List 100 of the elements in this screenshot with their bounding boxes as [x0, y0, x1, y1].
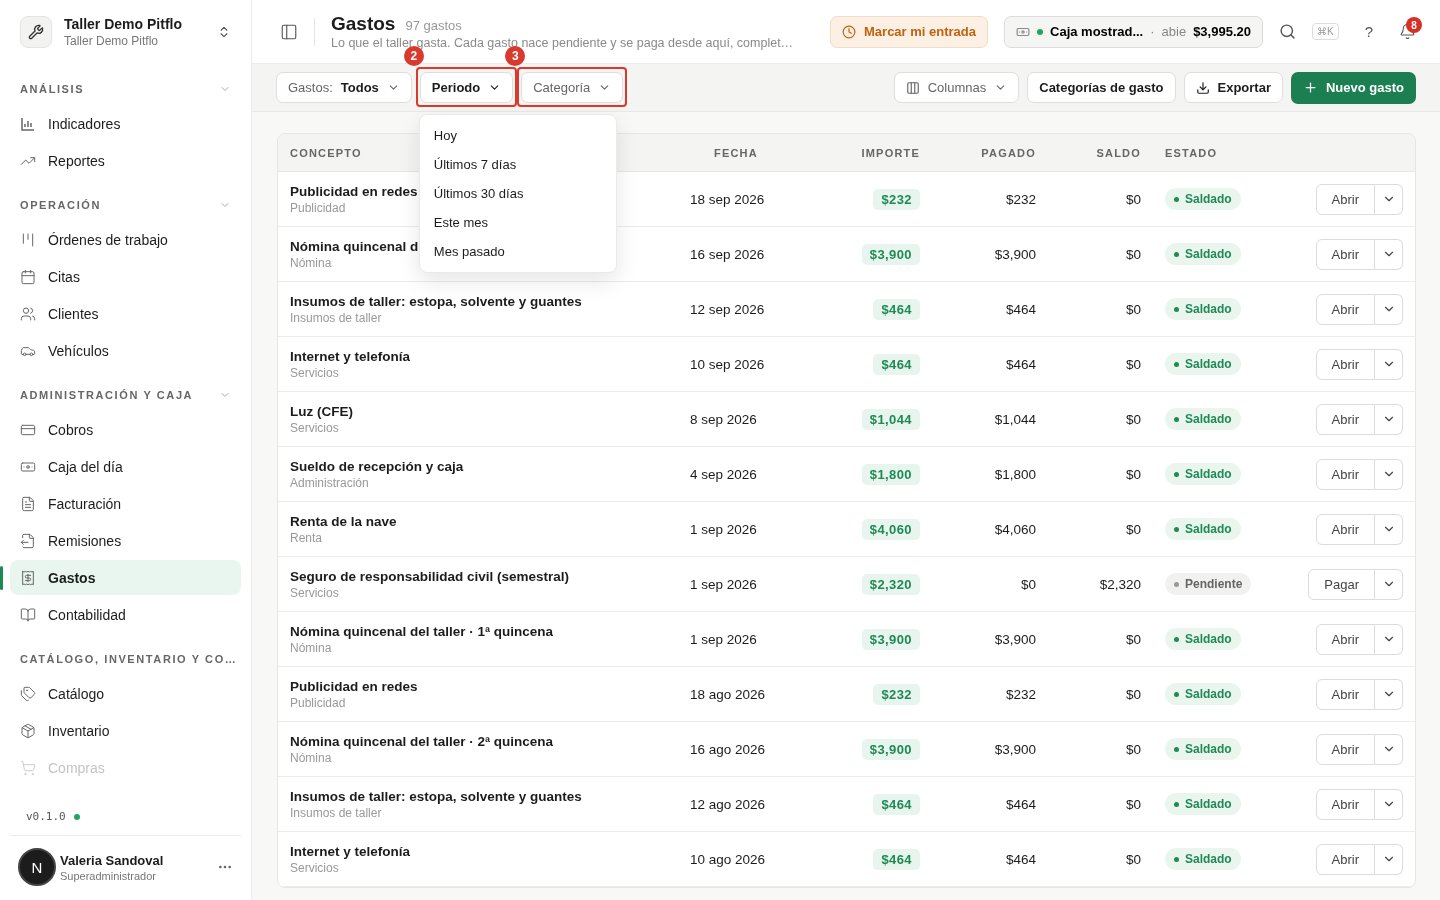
section-title: ANÁLISIS — [20, 83, 85, 95]
menu-item[interactable]: Mes pasado — [419, 237, 616, 266]
export-button[interactable]: Exportar — [1183, 72, 1283, 103]
row-menu-button[interactable] — [1375, 458, 1403, 490]
page-title: Gastos — [331, 13, 396, 35]
balance-cell-text: $0 — [1124, 686, 1141, 702]
help-button[interactable]: ? — [1354, 19, 1383, 44]
tags-icon — [20, 685, 36, 702]
nav-item[interactable]: Cobros — [10, 412, 241, 447]
category-text: Servicios — [290, 585, 339, 600]
paid-cell-text: $464 — [1004, 851, 1036, 867]
menu-item[interactable]: Este mes — [419, 208, 616, 237]
columns-icon — [905, 80, 920, 95]
nav-item[interactable]: Reportes — [10, 143, 241, 178]
nav-item[interactable]: Indicadores — [10, 106, 241, 141]
date-cell-text: 1 sep 2026 — [690, 631, 758, 647]
balance-cell-text: $0 — [1124, 741, 1141, 757]
category-text: Renta — [290, 530, 323, 545]
search-icon[interactable] — [1279, 23, 1296, 40]
new-expense-button[interactable]: Nuevo gasto — [1291, 71, 1416, 104]
balance-cell-text: $0 — [1124, 631, 1141, 647]
status-tag: Pendiente — [1165, 573, 1252, 596]
status-tag: Saldado — [1165, 408, 1241, 431]
row-menu-button[interactable] — [1375, 678, 1403, 710]
document-icon — [20, 495, 36, 512]
row-action-button[interactable]: Abrir — [1315, 623, 1375, 655]
nav-item[interactable]: Clientes — [10, 296, 241, 331]
box-icon — [20, 722, 36, 739]
date-cell-text: 1 sep 2026 — [690, 521, 758, 537]
menu-item[interactable]: Hoy — [419, 121, 616, 150]
row-action-button[interactable]: Abrir — [1315, 403, 1375, 435]
row-action-button[interactable]: Abrir — [1315, 843, 1375, 875]
row-menu-button[interactable] — [1375, 513, 1403, 545]
row-action-button[interactable]: Abrir — [1315, 458, 1375, 490]
category-text: Administración — [290, 475, 369, 490]
expense-count: 97 gastos — [405, 18, 462, 33]
status-tag: Saldado — [1165, 243, 1241, 266]
cash-register-button[interactable]: Caja mostrad... · abie $3,995.20 — [1004, 15, 1263, 48]
balance-cell-text: $0 — [1124, 411, 1141, 427]
nav-item[interactable]: Órdenes de trabajo — [10, 222, 241, 257]
user-name: Valeria Sandoval — [60, 852, 165, 868]
balance-cell-text: $0 — [1124, 796, 1141, 812]
status-dot — [1174, 581, 1179, 587]
row-action-button[interactable]: Abrir — [1315, 238, 1375, 270]
row-action-button[interactable]: Pagar — [1308, 568, 1375, 600]
categories-button[interactable]: Categorías de gasto — [1027, 72, 1176, 103]
row-action-button[interactable]: Abrir — [1315, 733, 1375, 765]
concept-text: Publicidad en redes — [290, 183, 418, 199]
nav-item[interactable]: Vehículos — [10, 333, 241, 368]
shortcut-hint: ⌘K — [1312, 23, 1339, 40]
row-menu-button[interactable] — [1375, 843, 1403, 875]
row-menu-button[interactable] — [1375, 568, 1403, 600]
notifications-icon[interactable] — [1399, 23, 1416, 40]
receipt-icon — [20, 569, 36, 586]
date-cell-text: 4 sep 2026 — [690, 466, 758, 482]
nav-item[interactable]: Caja del día — [10, 449, 241, 484]
columns-button[interactable]: Columnas — [893, 72, 1020, 103]
version-label: v0.1.0 — [26, 810, 66, 823]
row-action-button[interactable]: Abrir — [1315, 513, 1375, 545]
sidebar-toggle-icon[interactable] — [280, 22, 298, 41]
nav-item[interactable]: Remisiones — [10, 523, 241, 558]
filter-button[interactable]: Gastos: Todos — [276, 72, 412, 103]
status-tag: Saldado — [1165, 628, 1241, 651]
column-header: PAGADO — [980, 146, 1036, 159]
nav-item[interactable]: Facturación — [10, 486, 241, 521]
concept-text: Sueldo de recepción y caja — [290, 458, 464, 474]
row-action-button[interactable]: Abrir — [1315, 678, 1375, 710]
filter-button[interactable]: Periodo — [419, 72, 514, 103]
status-tag: Saldado — [1165, 463, 1241, 486]
row-action-button[interactable]: Abrir — [1315, 348, 1375, 380]
balance-cell-text: $2,320 — [1098, 576, 1141, 592]
column-header: IMPORTE — [860, 146, 920, 159]
date-cell-text: 1 sep 2026 — [690, 576, 758, 592]
amount-tag: $464 — [873, 793, 920, 815]
nav-item[interactable]: Inventario — [10, 713, 241, 748]
row-menu-button[interactable] — [1375, 348, 1403, 380]
clock-in-button[interactable]: Marcar mi entrada — [830, 15, 988, 48]
row-action-button[interactable]: Abrir — [1315, 788, 1375, 820]
nav-item[interactable]: Catálogo — [10, 676, 241, 711]
menu-item[interactable]: Últimos 30 días — [419, 179, 616, 208]
row-menu-button[interactable] — [1375, 183, 1403, 215]
row-menu-button[interactable] — [1375, 403, 1403, 435]
filter-button[interactable]: Categoría — [521, 72, 624, 103]
row-action-button[interactable]: Abrir — [1315, 293, 1375, 325]
balance-cell-text: $0 — [1124, 356, 1141, 372]
category-text: Servicios — [290, 420, 339, 435]
nav-item[interactable]: Citas — [10, 259, 241, 294]
row-menu-button[interactable] — [1375, 293, 1403, 325]
nav-item[interactable]: Contabilidad — [10, 597, 241, 632]
row-menu-button[interactable] — [1375, 733, 1403, 765]
status-dot — [1037, 28, 1043, 35]
row-action-button[interactable]: Abrir — [1315, 183, 1375, 215]
amount-tag: $1,044 — [861, 408, 920, 430]
row-menu-button[interactable] — [1375, 788, 1403, 820]
row-menu-button[interactable] — [1375, 623, 1403, 655]
status-tag: Saldado — [1165, 848, 1241, 871]
section-title: OPERACIÓN — [20, 199, 102, 211]
paid-cell-text: $1,044 — [993, 411, 1036, 427]
menu-item[interactable]: Últimos 7 días — [419, 150, 616, 179]
row-menu-button[interactable] — [1375, 238, 1403, 270]
